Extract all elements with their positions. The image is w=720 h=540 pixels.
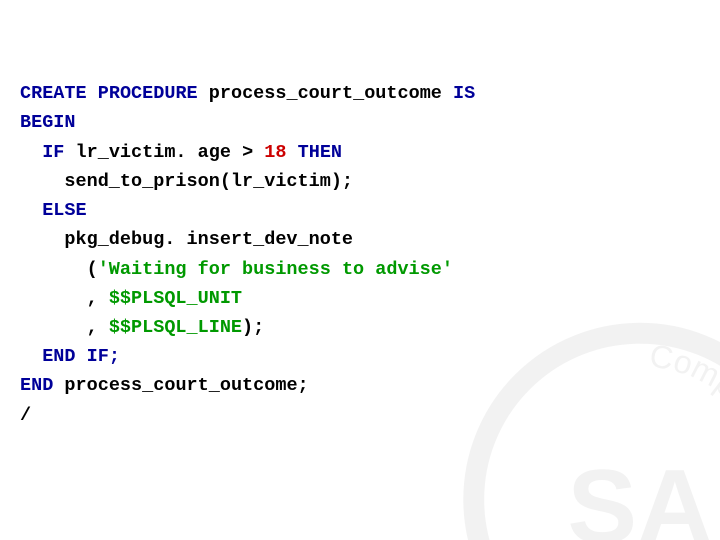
keyword-end: END bbox=[20, 375, 53, 396]
slash-terminator: / bbox=[20, 405, 31, 426]
code-line: ELSE bbox=[20, 200, 87, 221]
string-arg: 'Waiting for business to advise' bbox=[98, 259, 453, 280]
close-call: ); bbox=[242, 317, 264, 338]
sys-unit: $$PLSQL_UNIT bbox=[109, 288, 242, 309]
code-block: CREATE PROCEDURE process_court_outcome I… bbox=[20, 50, 475, 430]
keyword-create: CREATE bbox=[20, 83, 87, 104]
call-pkg: pkg_debug. insert_dev_note bbox=[64, 229, 353, 250]
call-send: send_to_prison(lr_victim); bbox=[64, 171, 353, 192]
procedure-name: process_court_outcome bbox=[209, 83, 442, 104]
code-line: END IF; bbox=[20, 346, 120, 367]
comma: , bbox=[87, 288, 98, 309]
code-line: pkg_debug. insert_dev_note bbox=[20, 229, 353, 250]
sys-line: $$PLSQL_LINE bbox=[109, 317, 242, 338]
code-line: IF lr_victim. age > 18 THEN bbox=[20, 142, 342, 163]
open-paren: ( bbox=[87, 259, 98, 280]
keyword-begin: BEGIN bbox=[20, 112, 76, 133]
code-line: CREATE PROCEDURE process_court_outcome I… bbox=[20, 83, 475, 104]
keyword-else: ELSE bbox=[42, 200, 86, 221]
svg-text:SA: SA bbox=[567, 448, 712, 540]
cond-op: > bbox=[242, 142, 253, 163]
code-line: ('Waiting for business to advise' bbox=[20, 259, 453, 280]
code-line: send_to_prison(lr_victim); bbox=[20, 171, 353, 192]
keyword-if-close: IF; bbox=[87, 346, 120, 367]
code-line: BEGIN bbox=[20, 112, 76, 133]
comma: , bbox=[87, 317, 98, 338]
keyword-end: END bbox=[42, 346, 75, 367]
cond-rhs: 18 bbox=[264, 142, 286, 163]
keyword-is: IS bbox=[453, 83, 475, 104]
cond-lhs: lr_victim. age bbox=[76, 142, 231, 163]
code-line: , $$PLSQL_UNIT bbox=[20, 288, 242, 309]
keyword-if: IF bbox=[42, 142, 64, 163]
keyword-procedure: PROCEDURE bbox=[98, 83, 198, 104]
code-line: / bbox=[20, 405, 31, 426]
code-line: END process_court_outcome; bbox=[20, 375, 309, 396]
code-line: , $$PLSQL_LINE); bbox=[20, 317, 264, 338]
keyword-then: THEN bbox=[298, 142, 342, 163]
watermark-logo: SA Computer bbox=[450, 300, 720, 540]
svg-text:Computer: Computer bbox=[647, 338, 720, 447]
end-proc-name: process_court_outcome; bbox=[64, 375, 308, 396]
